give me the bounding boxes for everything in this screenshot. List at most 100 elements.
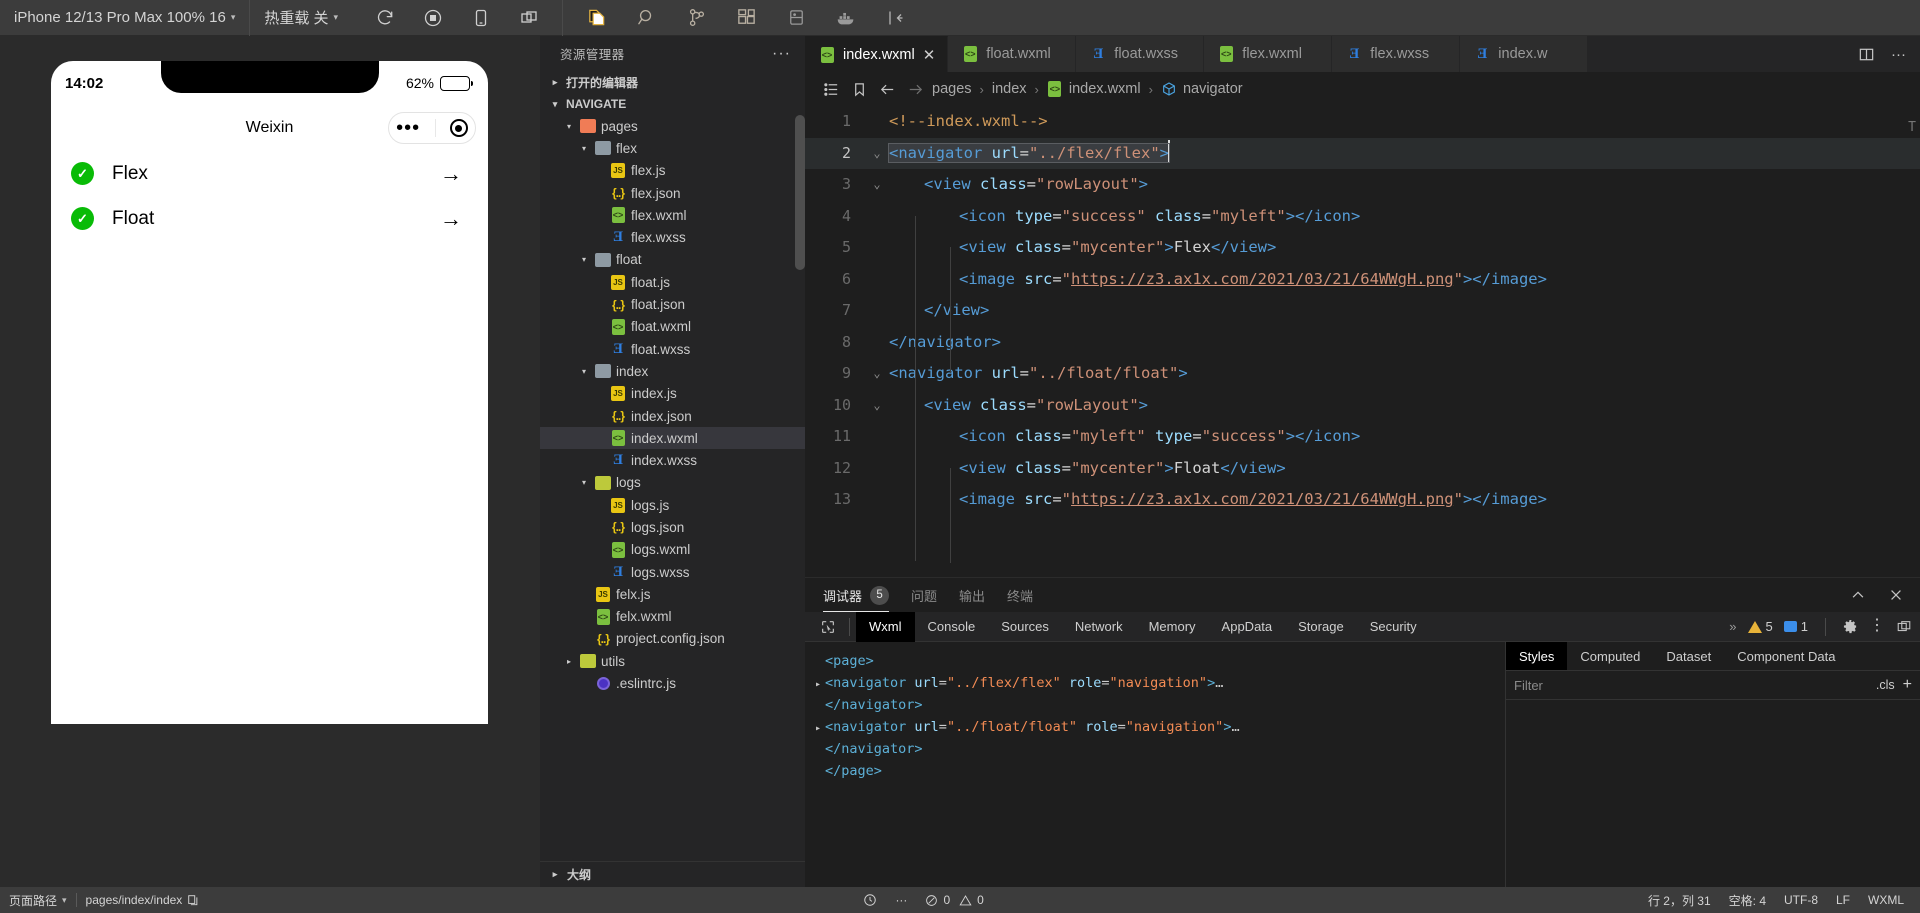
tree-item[interactable]: JS index.js <box>540 383 805 405</box>
outline-section[interactable]: ▸ 大纲 <box>540 861 805 887</box>
token-link[interactable]: https://z3.ax1x.com/2021/03/21/64WWgH.pn… <box>1071 270 1454 288</box>
list-item[interactable]: ✓ Float → <box>51 196 488 241</box>
tree-item[interactable]: <> logs.wxml <box>540 539 805 561</box>
device-select[interactable]: iPhone 12/13 Pro Max 100% 16 ▾ <box>0 0 251 36</box>
tree-item[interactable]: <> float.wxml <box>540 316 805 338</box>
more-dots-icon[interactable]: ••• <box>396 118 420 138</box>
code-line[interactable]: 4 <icon type="success" class="myleft"></i… <box>805 201 1920 233</box>
tree-item[interactable]: .eslintrc.js <box>540 672 805 694</box>
dom-line[interactable]: ▸ <navigator url="../float/float" role="n… <box>815 717 1495 739</box>
eol-setting[interactable]: LF <box>1827 887 1859 913</box>
devtools-tabbar[interactable]: Wxml Console Sources Network Memory AppData St… <box>805 611 1920 642</box>
inspect-element-icon[interactable] <box>813 619 843 635</box>
tree-item[interactable]: {..} project.config.json <box>540 628 805 650</box>
tree-item[interactable]: Ǝlogs.wxss <box>540 561 805 583</box>
devtools-tab[interactable]: Sources <box>988 612 1062 642</box>
overflow-tabs-icon[interactable]: » <box>1729 619 1736 634</box>
editor-tab[interactable]: <> index.wxml ✕ <box>805 36 949 72</box>
editor-tabbar[interactable]: <> index.wxml ✕ <> float.wxml Ǝfloat.wxss <> fl… <box>805 36 1920 72</box>
close-icon[interactable] <box>1888 587 1904 603</box>
code-line[interactable]: 13 <image src="https://z3.ax1x.com/2021/0… <box>805 484 1920 516</box>
styles-tab[interactable]: Styles <box>1506 642 1568 670</box>
panel-tab[interactable]: 问题 <box>911 578 937 612</box>
code-line[interactable]: 10 ⌄ <view class="rowLayout"> <box>805 390 1920 422</box>
breadcrumb-item-file[interactable]: <> index.wxml <box>1044 81 1144 97</box>
collapse-panel-icon[interactable] <box>885 7 907 29</box>
tree-item[interactable]: <> felx.wxml <box>540 606 805 628</box>
project-section[interactable]: ▾ NAVIGATE <box>540 93 805 115</box>
phone-icon[interactable] <box>470 7 492 29</box>
tree-item[interactable]: Ǝfloat.wxss <box>540 338 805 360</box>
tree-item[interactable]: ▾ float <box>540 249 805 271</box>
language-mode[interactable]: WXML <box>1859 887 1920 913</box>
code-line[interactable]: 9 ⌄ <navigator url="../float/float"> <box>805 358 1920 390</box>
file-tree[interactable]: ▾ pages ▾ flex JS flex.js {..} flex.json <> flex.… <box>540 115 805 861</box>
fold-chevron-icon[interactable]: ⌄ <box>867 358 887 390</box>
gear-icon[interactable] <box>1843 619 1858 634</box>
back-arrow-icon[interactable] <box>873 80 901 99</box>
explorer-more-icon[interactable]: ··· <box>772 46 791 61</box>
encoding-setting[interactable]: UTF-8 <box>1775 887 1827 913</box>
tree-item[interactable]: JS flex.js <box>540 160 805 182</box>
dom-line[interactable]: </navigator> <box>815 695 1495 717</box>
breadcrumb-item-symbol[interactable]: navigator <box>1158 81 1246 97</box>
fold-chevron-icon[interactable]: ⌄ <box>867 169 887 201</box>
tab-close-icon[interactable]: ✕ <box>923 46 936 64</box>
tree-item[interactable]: ▾ pages <box>540 115 805 137</box>
code-line[interactable]: 3 ⌄ <view class="rowLayout"> <box>805 169 1920 201</box>
hot-reload-select[interactable]: 热重载 关 ▾ <box>250 0 352 36</box>
database-icon[interactable] <box>785 7 807 29</box>
more-actions-icon[interactable]: ··· <box>1891 46 1906 63</box>
devtools-tab[interactable]: Storage <box>1285 612 1357 642</box>
wechat-capsule[interactable]: ••• <box>388 112 476 144</box>
extensions-icon[interactable] <box>735 7 757 29</box>
editor-tab[interactable]: Ǝindex.w <box>1460 36 1589 72</box>
tree-item[interactable]: {..} logs.json <box>540 516 805 538</box>
forward-arrow-icon[interactable] <box>901 80 929 99</box>
code-line[interactable]: 6 <image src="https://z3.ax1x.com/2021/03… <box>805 264 1920 296</box>
copy-icon[interactable] <box>187 894 199 906</box>
search-icon[interactable] <box>635 7 657 29</box>
split-editor-icon[interactable] <box>1858 46 1875 63</box>
code-line[interactable]: 12 <view class="mycenter">Float</view> <box>805 453 1920 485</box>
multi-window-icon[interactable] <box>518 7 540 29</box>
explorer-scrollbar[interactable] <box>795 115 805 270</box>
outline-icon[interactable] <box>817 81 845 98</box>
panel-tab[interactable]: 调试器 5 <box>823 578 890 612</box>
dom-line[interactable]: </page> <box>815 761 1495 783</box>
tree-item[interactable]: {..} flex.json <box>540 182 805 204</box>
devtools-tab[interactable]: Wxml <box>856 611 915 642</box>
dom-tree[interactable]: <page> ▸ <navigator url="../flex/flex" rol… <box>805 642 1505 887</box>
message-count-badge[interactable]: 1 <box>1783 619 1808 634</box>
breadcrumb-item-index[interactable]: index <box>989 81 1030 97</box>
problems-summary[interactable]: 0 0 <box>916 887 992 913</box>
tree-item[interactable]: ▾ logs <box>540 472 805 494</box>
tree-item[interactable]: {..} index.json <box>540 405 805 427</box>
tree-item[interactable]: <> flex.wxml <box>540 204 805 226</box>
tree-item[interactable]: Ǝindex.wxss <box>540 449 805 471</box>
panel-tab[interactable]: 输出 <box>959 578 985 612</box>
docker-icon[interactable] <box>835 7 857 29</box>
token-link[interactable]: https://z3.ax1x.com/2021/03/21/64WWgH.pn… <box>1071 490 1454 508</box>
open-editors-section[interactable]: ▸ 打开的编辑器 <box>540 71 805 93</box>
styles-tabbar[interactable]: Styles Computed Dataset Component Data <box>1506 642 1920 670</box>
editor-tab[interactable]: <> float.wxml <box>948 36 1077 72</box>
dom-line[interactable]: <page> <box>815 651 1495 673</box>
fold-chevron-icon[interactable]: ⌄ <box>867 390 887 422</box>
code-line[interactable]: 1 <!--index.wxml--> <box>805 106 1920 138</box>
tree-item[interactable]: JS felx.js <box>540 583 805 605</box>
editor-tab[interactable]: <> flex.wxml <box>1204 36 1333 72</box>
code-line[interactable]: 7 </view> <box>805 295 1920 327</box>
page-path-select[interactable]: 页面路径 ▾ <box>0 887 76 913</box>
editor-tab[interactable]: Ǝfloat.wxss <box>1076 36 1205 72</box>
code-line[interactable]: 8 </navigator> <box>805 327 1920 359</box>
clock-icon[interactable] <box>854 887 886 913</box>
panel-tab[interactable]: 终端 <box>1007 578 1033 612</box>
devtools-tab[interactable]: Console <box>915 612 989 642</box>
tree-item[interactable]: JS float.js <box>540 271 805 293</box>
code-line[interactable]: 11 <icon class="myleft" type="success"></… <box>805 421 1920 453</box>
status-more-icon[interactable]: ··· <box>886 887 916 913</box>
tree-item[interactable]: ▸ utils <box>540 650 805 672</box>
tree-item[interactable]: Ǝflex.wxss <box>540 226 805 248</box>
breadcrumb-item-pages[interactable]: pages <box>929 81 975 97</box>
